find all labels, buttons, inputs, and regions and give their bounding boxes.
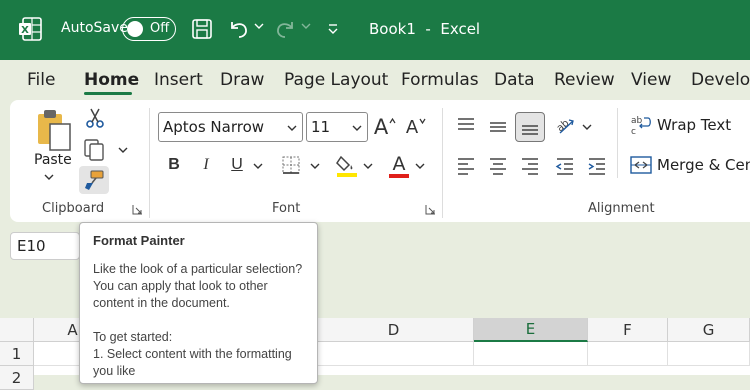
tooltip-title: Format Painter [93,233,185,248]
undo-icon[interactable] [227,18,251,40]
toggle-state-label: Off [150,21,170,36]
window-title: Book1 - Excel [369,20,481,38]
cell[interactable] [474,342,588,366]
align-right-icon[interactable] [518,154,542,178]
font-name-dropdown-icon [287,125,297,131]
bold-button[interactable]: B [162,152,186,178]
copy-icon[interactable] [82,138,106,162]
underline-dropdown-icon[interactable] [253,162,263,170]
cell[interactable] [588,342,668,366]
font-color-button[interactable]: A [386,152,412,180]
clipboard-group-label: Clipboard [42,201,105,216]
copy-dropdown-icon[interactable] [118,146,128,154]
tab-draw[interactable]: Draw [220,70,264,90]
tab-data[interactable]: Data [494,70,535,90]
tab-file[interactable]: File [27,70,55,90]
merge-center-button[interactable]: Merge & Cent [630,155,750,175]
font-size-select[interactable]: 11 [306,112,368,142]
column-header-f[interactable]: F [588,318,668,342]
font-name-value: Aptos Narrow [163,118,265,136]
wrap-text-label: Wrap Text [657,116,732,134]
font-size-dropdown-icon [352,125,362,131]
align-center-icon[interactable] [486,154,510,178]
row-header-2[interactable]: 2 [0,366,34,390]
decrease-font-size-button[interactable]: A [403,114,429,140]
column-header-g[interactable]: G [668,318,750,342]
grow-font-letter: A [373,115,389,139]
customize-qat-icon[interactable] [326,22,340,36]
svg-text:c: c [631,127,636,136]
tab-review[interactable]: Review [554,70,615,90]
top-align-icon[interactable] [454,112,478,138]
cell[interactable] [314,342,474,366]
redo-dropdown-icon[interactable] [301,22,311,30]
active-tab-underline [84,92,132,95]
tab-view[interactable]: View [631,70,671,90]
autosave-label: AutoSave [61,20,128,36]
wrap-text-icon: ab c [631,116,651,136]
cut-icon[interactable] [84,107,106,129]
merge-center-icon [630,156,652,174]
alignment-group-label: Alignment [588,201,655,216]
middle-align-icon[interactable] [486,112,510,140]
align-left-icon[interactable] [454,154,478,178]
font-color-swatch [389,174,409,178]
title-bar: X AutoSave Off Book1 - Excel [0,0,750,60]
undo-dropdown-icon[interactable] [254,22,264,30]
paste-dropdown-icon[interactable] [44,173,54,181]
decrease-indent-icon[interactable] [553,154,577,178]
name-box[interactable]: E10 [10,232,80,260]
underline-button[interactable]: U [225,152,249,178]
font-color-letter: A [392,153,406,175]
borders-dropdown-icon[interactable] [310,162,320,170]
merge-center-label: Merge & Cent [657,156,750,174]
bottom-align-icon[interactable] [515,112,545,142]
fill-color-icon[interactable] [334,152,360,180]
tab-formulas[interactable]: Formulas [401,70,479,90]
increase-indent-icon[interactable] [585,154,609,178]
tab-home[interactable]: Home [84,70,139,90]
shrink-font-letter: A [405,116,419,138]
group-separator [442,108,443,218]
select-all-corner[interactable] [0,318,34,342]
group-separator [149,108,150,218]
paste-label[interactable]: Paste [34,152,72,168]
fill-color-dropdown-icon[interactable] [363,162,373,170]
wrap-text-button[interactable]: ab c Wrap Text [630,114,731,136]
orientation-icon[interactable]: ab [553,114,577,138]
orientation-dropdown-icon[interactable] [582,123,592,131]
row-header-1[interactable]: 1 [0,342,34,366]
save-icon[interactable] [191,18,213,40]
paste-icon[interactable] [34,108,74,152]
ribbon-tab-bar: File Home Insert Draw Page Layout Formul… [0,60,750,100]
borders-icon[interactable] [280,154,302,176]
group-separator [617,108,618,178]
font-color-dropdown-icon[interactable] [415,162,425,170]
toggle-knob [127,21,143,37]
column-header-d[interactable]: D [314,318,474,342]
clipboard-launcher-icon[interactable] [132,204,143,215]
redo-icon[interactable] [273,18,297,40]
excel-logo-icon: X [18,16,44,42]
increase-font-size-button[interactable]: A [372,114,398,140]
ribbon-panel: Paste Clipboard Aptos Narrow 11 A A B I … [10,100,750,222]
format-painter-tooltip: Format Painter Like the look of a partic… [79,222,318,384]
font-size-value: 11 [311,118,331,136]
cell[interactable] [668,342,750,366]
font-name-select[interactable]: Aptos Narrow [158,112,303,142]
format-painter-icon[interactable] [79,166,109,194]
svg-text:X: X [21,25,29,36]
tab-developer[interactable]: Develop [691,70,750,90]
column-header-e[interactable]: E [474,318,588,342]
italic-button[interactable]: I [194,152,218,178]
font-group-label: Font [272,201,301,216]
font-launcher-icon[interactable] [425,204,436,215]
tooltip-body: Like the look of a particular selection?… [93,262,303,378]
autosave-toggle[interactable]: Off [122,17,176,41]
tab-page-layout[interactable]: Page Layout [284,70,388,90]
tab-insert[interactable]: Insert [154,70,203,90]
